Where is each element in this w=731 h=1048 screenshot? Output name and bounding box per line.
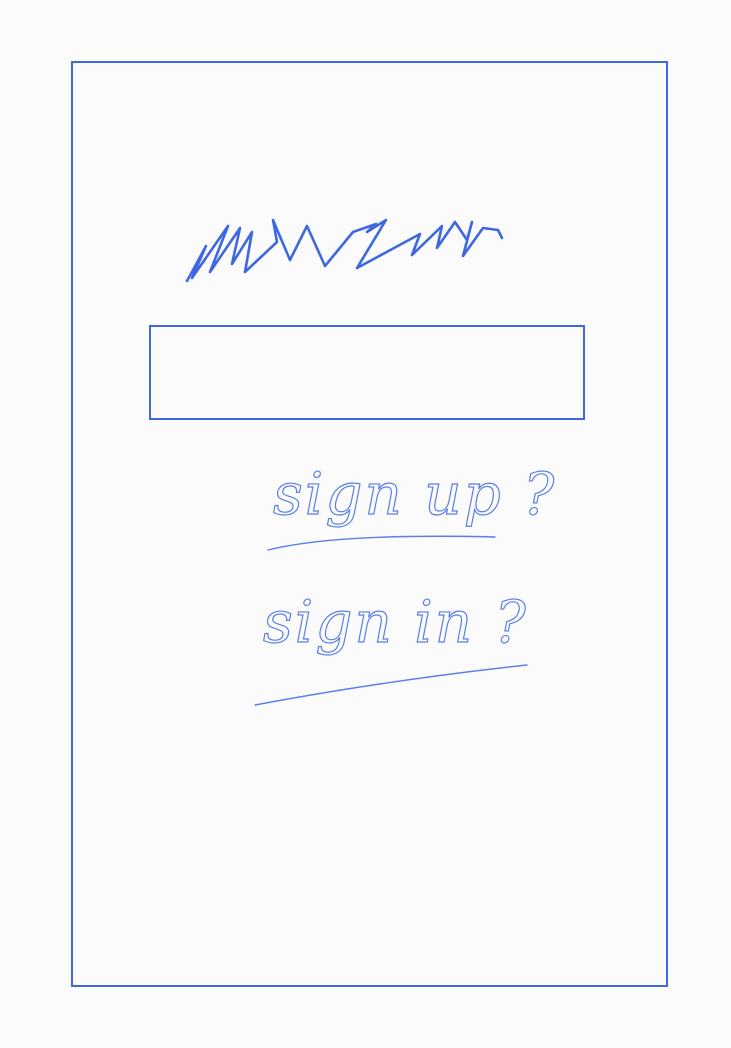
signup-link-label: sign up ?	[273, 460, 556, 528]
title-scribble	[185, 218, 504, 283]
signin-link-label: sign in ?	[263, 588, 528, 656]
signup-underline	[267, 535, 496, 551]
signup-link[interactable]: sign up ?	[255, 436, 555, 578]
text-input-box[interactable]	[149, 325, 585, 420]
signin-link[interactable]: sign in ?	[245, 572, 545, 714]
signin-underline	[254, 664, 528, 706]
title-scribble-zigzag	[185, 218, 504, 283]
